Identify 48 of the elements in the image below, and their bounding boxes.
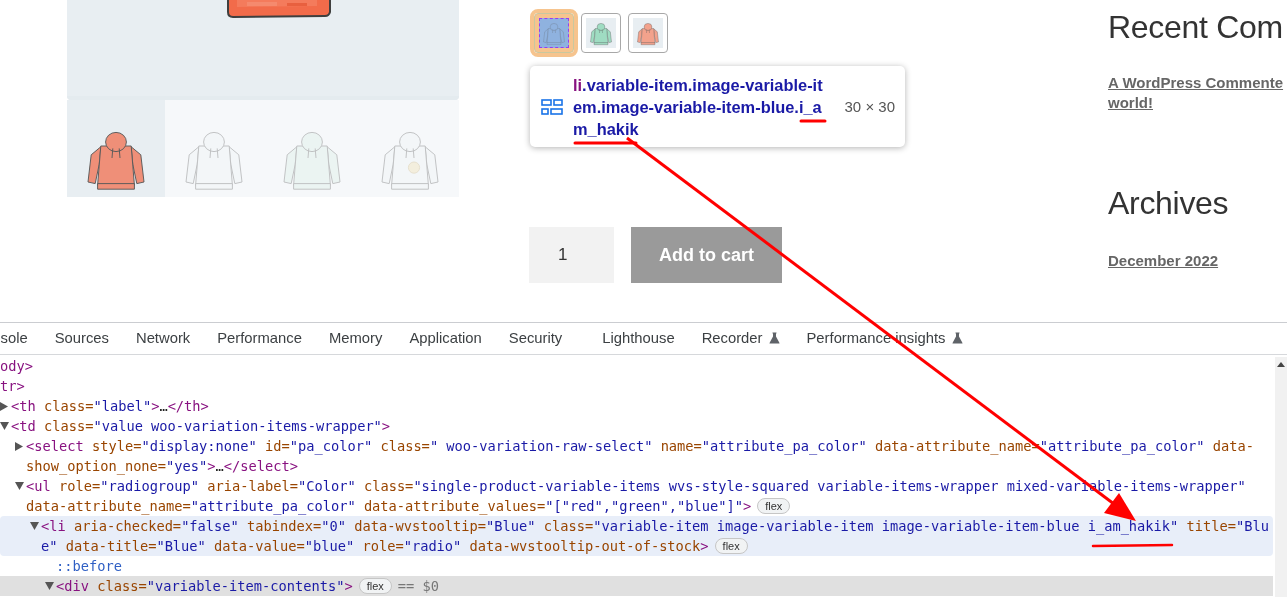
devtools-tab[interactable]: Application bbox=[395, 323, 496, 354]
selected-row[interactable]: <div class="variable-item-contents"> flex == $0 bbox=[0, 576, 1273, 596]
devtools-tab[interactable]: Memory bbox=[315, 323, 396, 354]
expand-arrow-icon[interactable] bbox=[0, 402, 8, 411]
code-line[interactable]: <div class="variable-item-contents"> bbox=[56, 578, 353, 594]
layout-badge[interactable]: flex bbox=[757, 498, 791, 514]
selector-line: em.image-variable-item-blue.i_a bbox=[573, 96, 822, 118]
code-line[interactable]: e" data-title="Blue" data-value="blue" role="radio" data-wvstooltip-out-of-stock> bbox=[41, 538, 709, 554]
widget-link[interactable]: December 2022 bbox=[1108, 251, 1219, 271]
underline-mark bbox=[799, 119, 827, 123]
pseudo-element[interactable]: ::before bbox=[56, 558, 122, 574]
scroll-up-icon[interactable] bbox=[1277, 362, 1285, 367]
console-reference: == $0 bbox=[397, 578, 440, 594]
scrollbar[interactable] bbox=[1275, 357, 1287, 597]
underline-mark bbox=[573, 141, 638, 145]
collapse-arrow-icon[interactable] bbox=[45, 582, 54, 590]
code-line[interactable]: ody> bbox=[0, 358, 33, 374]
devtools-tab[interactable]: Recorder bbox=[688, 323, 793, 354]
quantity-field[interactable]: 1 bbox=[529, 227, 614, 283]
code-line[interactable]: <th class="label">…</th> bbox=[11, 398, 209, 414]
collapse-arrow-icon[interactable] bbox=[0, 422, 9, 430]
code-line[interactable]: tr> bbox=[0, 378, 25, 394]
devtools-tab[interactable]: Performance bbox=[203, 323, 316, 354]
devtools-tab[interactable]: sole bbox=[0, 323, 42, 354]
layout-badge[interactable]: flex bbox=[714, 538, 748, 554]
collapse-arrow-icon[interactable] bbox=[15, 482, 24, 490]
devtools-tab[interactable]: Lighthouse bbox=[588, 323, 689, 354]
code-line[interactable]: <li aria-checked="false" tabindex="0" data-wvstooltip="Blue" class="variable-item image-variable-item image-variable-item-blue i_am_hakik" title="Blu bbox=[41, 518, 1269, 534]
devtools-tab[interactable]: Security bbox=[495, 323, 576, 354]
devtools-tab[interactable]: Network bbox=[122, 323, 204, 354]
devtools-tab[interactable]: Sources bbox=[41, 323, 123, 354]
selector-line: m_hakik bbox=[573, 118, 639, 140]
code-line[interactable]: show_option_none="yes">…</select> bbox=[26, 458, 298, 474]
devtools-tab[interactable]: Performance insights bbox=[793, 323, 976, 354]
layout-badge[interactable]: flex bbox=[358, 578, 392, 594]
variation-swatch[interactable] bbox=[581, 13, 621, 53]
expand-arrow-icon[interactable] bbox=[15, 442, 23, 451]
widget-link[interactable]: A WordPress Commente world! bbox=[1108, 73, 1284, 113]
flex-layout-icon bbox=[541, 98, 563, 115]
selector-line: li.variable-item.image-variable-it bbox=[573, 74, 823, 96]
variation-swatch[interactable] bbox=[628, 13, 668, 53]
code-line[interactable]: <td class="value woo-variation-items-wrapper"> bbox=[11, 418, 391, 434]
code-line[interactable]: data-attribute_name="attribute_pa_color" data-attribute_values="["red","green","blue"]"> bbox=[26, 498, 752, 514]
widget-title: Recent Com bbox=[1108, 8, 1284, 46]
widget-title: Archives bbox=[1108, 184, 1230, 222]
collapse-arrow-icon[interactable] bbox=[30, 522, 39, 530]
element-size: 30 × 30 bbox=[844, 98, 895, 115]
highlighted-row[interactable] bbox=[0, 516, 1273, 556]
